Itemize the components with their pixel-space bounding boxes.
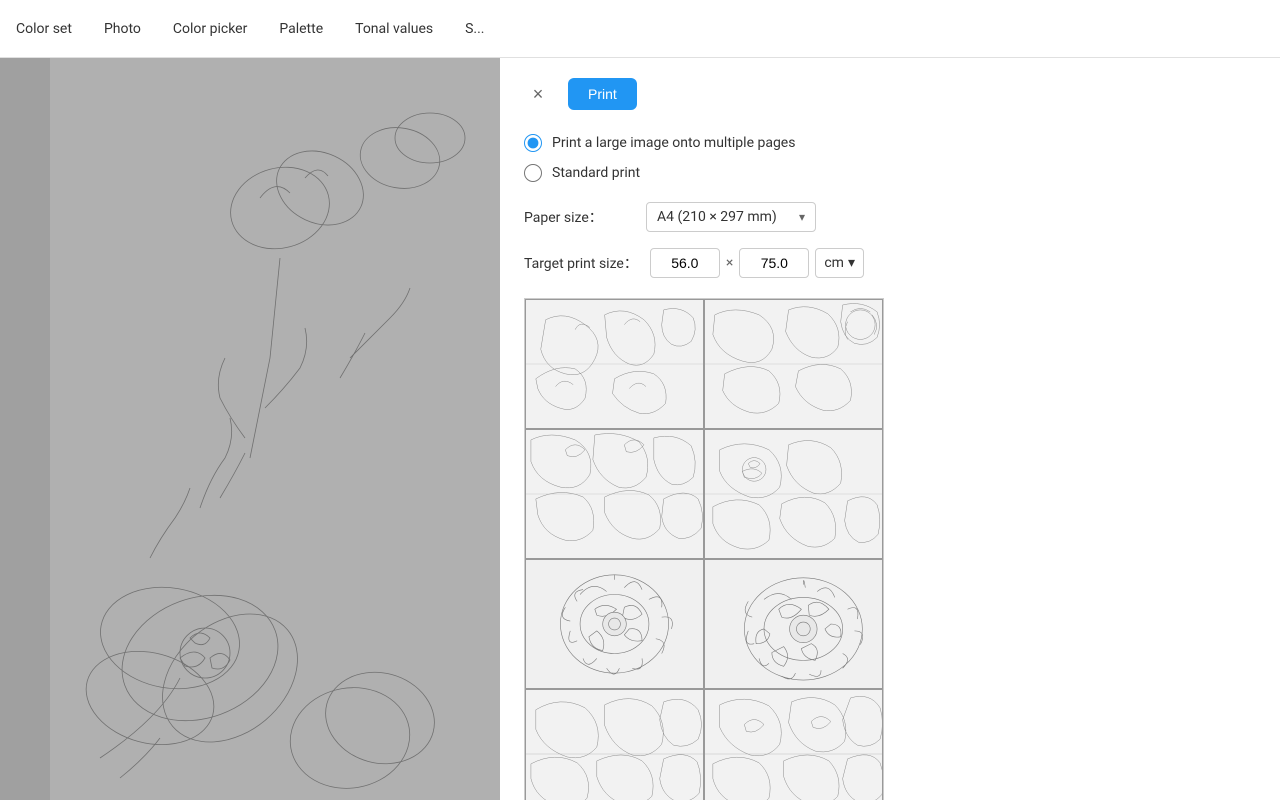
chevron-down-icon: ▾ [799, 210, 805, 224]
photo-area [0, 58, 500, 800]
print-preview-grid [524, 298, 884, 800]
nav-item-color-set[interactable]: Color set [16, 17, 72, 41]
multi-page-option[interactable]: Print a large image onto multiple pages [524, 134, 1256, 152]
standard-print-radio[interactable] [524, 164, 542, 182]
paper-size-row: Paper size： A4 (210 × 297 mm) ▾ [524, 202, 1256, 232]
preview-cell-1-2 [704, 299, 883, 429]
print-options: Print a large image onto multiple pages … [524, 134, 1256, 182]
print-panel: × Print Print a large image onto multipl… [500, 58, 1280, 800]
top-nav: Color set Photo Color picker Palette Ton… [0, 0, 1280, 58]
dialog-header: × Print [524, 78, 1256, 110]
height-input[interactable] [739, 248, 809, 278]
preview-cell-3-1 [525, 559, 704, 689]
nav-item-more[interactable]: S... [465, 17, 484, 41]
paper-size-label: Paper size： [524, 207, 634, 227]
size-inputs: × cm ▾ [650, 248, 864, 278]
size-separator: × [726, 255, 733, 271]
preview-cell-1-1 [525, 299, 704, 429]
multi-page-label: Print a large image onto multiple pages [552, 135, 795, 151]
unit-value: cm [824, 255, 844, 271]
nav-item-palette[interactable]: Palette [279, 17, 323, 41]
width-input[interactable] [650, 248, 720, 278]
preview-cell-2-2 [704, 429, 883, 559]
paper-size-value: A4 (210 × 297 mm) [657, 209, 777, 225]
multi-page-radio[interactable] [524, 134, 542, 152]
preview-cell-2-1 [525, 429, 704, 559]
target-size-label: Target print size： [524, 253, 638, 273]
standard-print-label: Standard print [552, 165, 640, 181]
nav-item-color-picker[interactable]: Color picker [173, 17, 247, 41]
close-icon: × [533, 84, 544, 105]
print-button[interactable]: Print [568, 78, 637, 110]
main-area: × Print Print a large image onto multipl… [0, 58, 1280, 800]
background-sketch [50, 58, 500, 800]
preview-cell-3-2 [704, 559, 883, 689]
standard-print-option[interactable]: Standard print [524, 164, 1256, 182]
close-button[interactable]: × [524, 80, 552, 108]
preview-cell-4-1 [525, 689, 704, 800]
target-print-size-row: Target print size： × cm ▾ [524, 248, 1256, 278]
sketch-overlay [50, 58, 500, 800]
preview-cell-4-2 [704, 689, 883, 800]
unit-select[interactable]: cm ▾ [815, 248, 864, 278]
paper-size-select[interactable]: A4 (210 × 297 mm) ▾ [646, 202, 816, 232]
nav-item-tonal-values[interactable]: Tonal values [355, 17, 433, 41]
nav-item-photo[interactable]: Photo [104, 17, 141, 41]
unit-chevron-icon: ▾ [848, 255, 855, 271]
